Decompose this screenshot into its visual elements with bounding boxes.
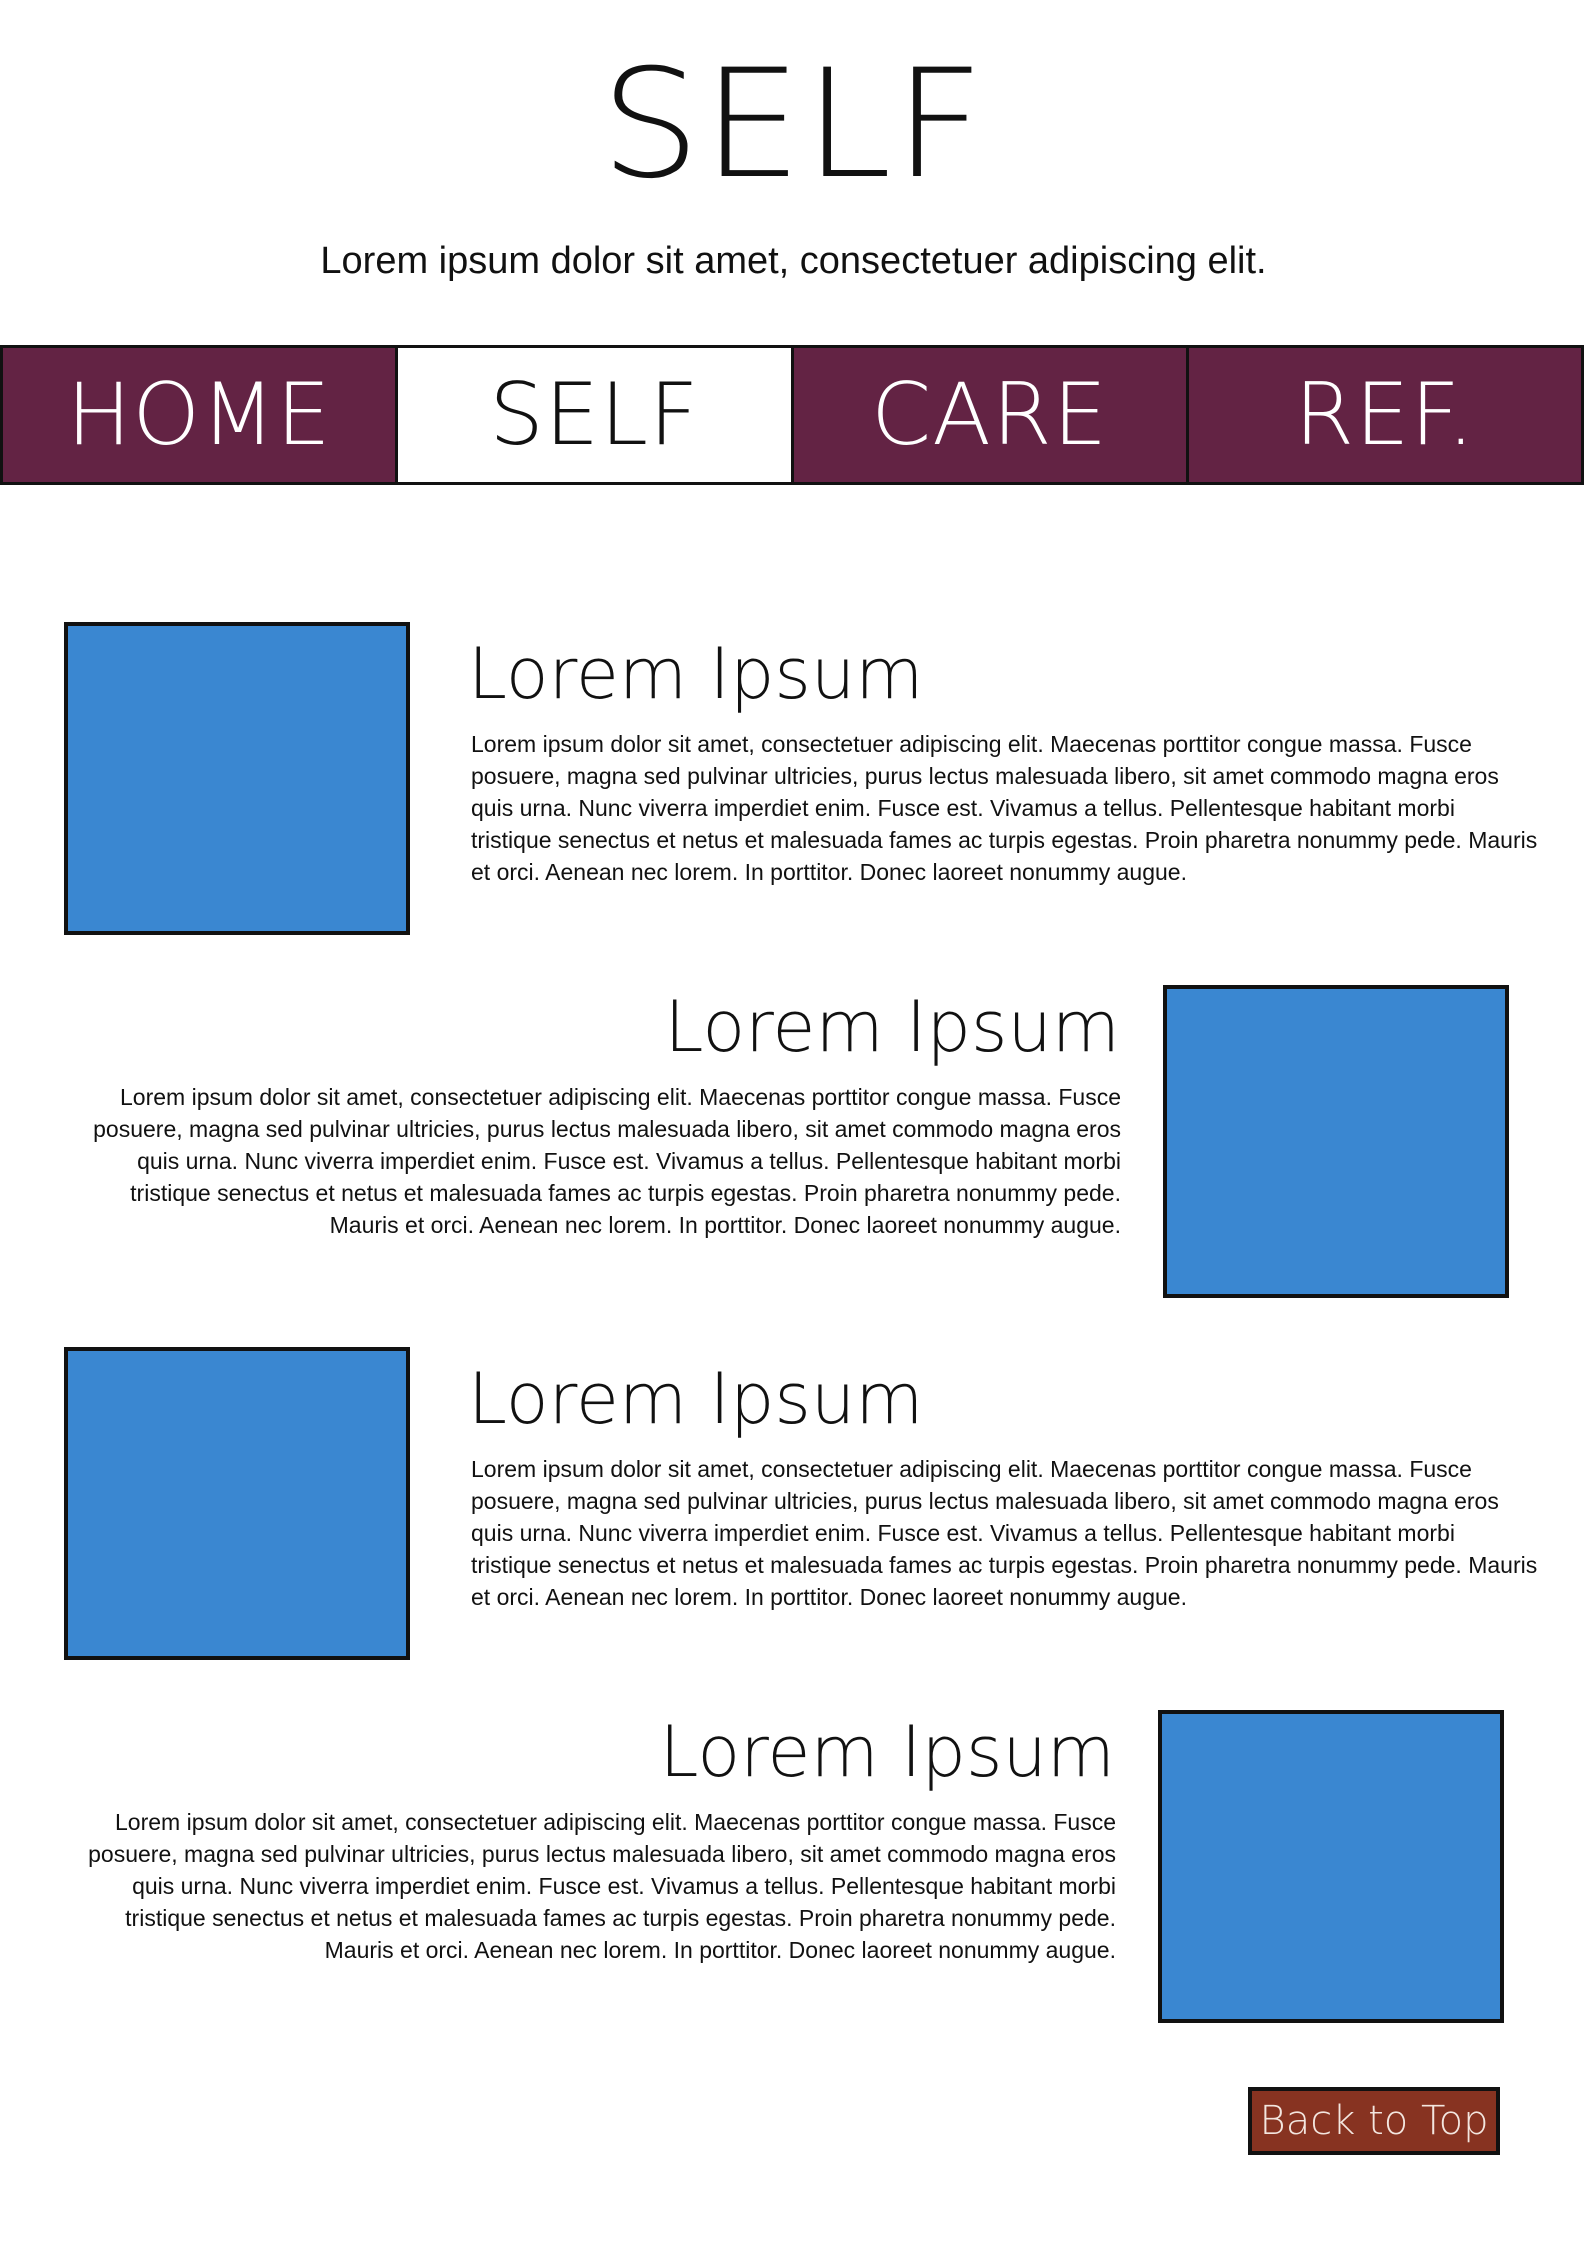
nav-item-ref[interactable]: REF. [1188, 348, 1581, 482]
page-title: SELF [600, 38, 987, 212]
section-body: Lorem ipsum dolor sit amet, consectetuer… [93, 1084, 1121, 1238]
section-body: Lorem ipsum dolor sit amet, consectetuer… [471, 731, 1538, 885]
section-heading: Lorem Ipsum [468, 633, 924, 715]
nav-item-self[interactable]: SELF [398, 348, 794, 482]
page-subtitle: Lorem ipsum dolor sit amet, consectetuer… [320, 240, 1267, 282]
main-nav: HOME SELF CARE REF. [0, 345, 1584, 485]
section-body: Lorem ipsum dolor sit amet, consectetuer… [471, 1456, 1538, 1610]
section-heading: Lorem Ipsum [659, 1711, 1115, 1793]
image-placeholder [1158, 1710, 1504, 2023]
image-placeholder [64, 622, 410, 935]
section-body: Lorem ipsum dolor sit amet, consectetuer… [88, 1809, 1116, 1963]
nav-item-home[interactable]: HOME [3, 348, 399, 482]
image-placeholder [1163, 985, 1509, 1298]
back-to-top-button[interactable]: Back to Top [1248, 2087, 1500, 2155]
section-heading: Lorem Ipsum [468, 1358, 924, 1440]
section-heading: Lorem Ipsum [664, 986, 1120, 1068]
image-placeholder [64, 1347, 410, 1660]
nav-item-care[interactable]: CARE [793, 348, 1189, 482]
